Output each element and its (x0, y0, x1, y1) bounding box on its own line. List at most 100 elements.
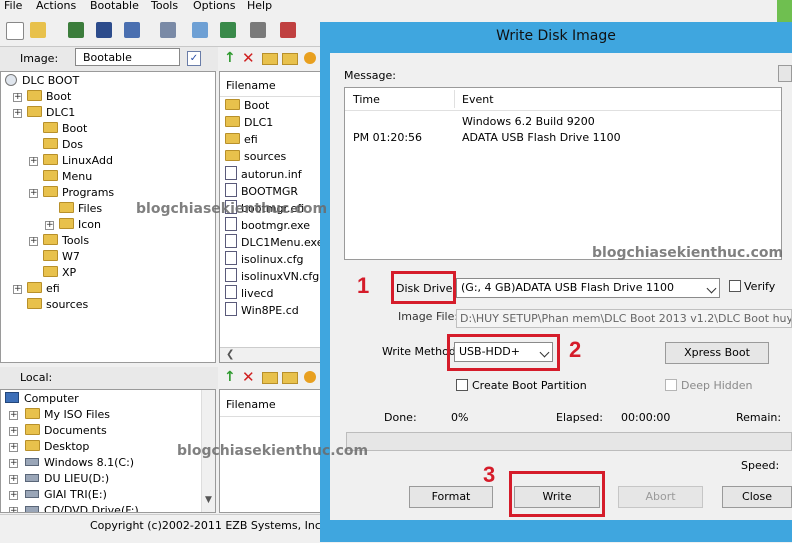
local-tree-item[interactable]: + Documents (9, 423, 107, 439)
save-icon[interactable] (96, 22, 112, 38)
tree-item[interactable]: Dos (43, 137, 83, 153)
tree-item[interactable]: + efi (13, 281, 60, 297)
expand-icon[interactable]: + (9, 491, 18, 500)
menu-help[interactable]: Help (247, 0, 272, 12)
file-list-item[interactable]: isolinuxVN.cfg (225, 268, 319, 284)
delete-icon[interactable]: ✕ (242, 368, 255, 386)
time-column-header[interactable]: Time (353, 93, 380, 106)
mount-icon[interactable] (192, 22, 208, 38)
file-list-item[interactable]: bootmgr.exe (225, 217, 310, 233)
menu-options[interactable]: Options (193, 0, 235, 12)
tree-item[interactable]: W7 (43, 249, 80, 265)
file-list-item[interactable]: DLC1Menu.exe (225, 234, 322, 250)
file-list-item[interactable]: livecd (225, 285, 273, 301)
image-type-field[interactable]: Bootable CD/DVD (75, 48, 180, 82)
local-tree-item[interactable]: + DU LIEU(D:) (9, 471, 109, 487)
xpress-boot-button[interactable]: Xpress Boot (665, 342, 769, 364)
local-tree-item[interactable]: + My ISO Files (9, 407, 110, 423)
expand-icon[interactable]: + (13, 93, 22, 102)
file-list-item[interactable]: efi (225, 132, 258, 148)
properties-icon[interactable] (304, 371, 316, 383)
local-tree-item[interactable]: + Desktop (9, 439, 89, 455)
image-file-field[interactable]: D:\HUY SETUP\Phan mem\DLC Boot 2013 v1.2… (456, 309, 792, 328)
rename-icon[interactable] (282, 372, 298, 384)
expand-icon[interactable]: + (29, 157, 38, 166)
iso-file-list[interactable]: Filename ❮ Boot DLC1 efi sources autorun.inf… (219, 71, 323, 363)
filename-header[interactable]: Filename (226, 398, 276, 411)
abort-button[interactable]: Abort (618, 486, 703, 508)
tree-item[interactable]: sources (27, 297, 88, 313)
file-list-item[interactable]: Win8PE.cd (225, 302, 299, 318)
horizontal-scrollbar[interactable]: ❮ (220, 347, 322, 362)
tree-item[interactable]: XP (43, 265, 76, 281)
new-folder-icon[interactable] (262, 372, 278, 384)
compress-icon[interactable] (160, 22, 176, 38)
event-column-header[interactable]: Event (462, 93, 494, 106)
up-arrow-icon[interactable]: ↑ (224, 369, 236, 385)
tree-item[interactable]: + LinuxAdd (29, 153, 113, 169)
tree-item[interactable]: + Icon (45, 217, 101, 233)
menu-file[interactable]: File (4, 0, 22, 12)
burn-icon[interactable] (220, 22, 236, 38)
file-list-item[interactable]: autorun.inf (225, 166, 302, 182)
scroll-down-icon[interactable]: ▼ (205, 495, 212, 505)
file-list-item[interactable]: Boot (225, 98, 269, 114)
save-as-icon[interactable] (124, 22, 140, 38)
expand-icon[interactable]: + (29, 189, 38, 198)
tree-item[interactable]: DLC BOOT (5, 73, 79, 89)
expand-icon[interactable]: + (29, 237, 38, 246)
save-log-button[interactable] (778, 65, 792, 82)
expand-icon[interactable]: + (9, 459, 18, 468)
format-button[interactable]: Format (409, 486, 493, 508)
up-arrow-icon[interactable]: ↑ (224, 50, 236, 66)
tree-item[interactable]: + DLC1 (13, 105, 75, 121)
tools-icon[interactable] (280, 22, 296, 38)
tree-item[interactable]: + Boot (13, 89, 71, 105)
properties-icon[interactable] (304, 52, 316, 64)
filename-header[interactable]: Filename (226, 79, 276, 92)
tree-item[interactable]: Files (59, 201, 102, 217)
local-tree-item[interactable]: + CD/DVD Drive(F:) (9, 503, 139, 512)
virtual-drive-icon[interactable] (250, 22, 266, 38)
local-tree-item[interactable]: + Windows 8.1(C:) (9, 455, 134, 471)
file-list-item[interactable]: BOOTMGR (225, 183, 298, 199)
menu-tools[interactable]: Tools (151, 0, 178, 12)
menu-actions[interactable]: Actions (36, 0, 76, 12)
message-log[interactable]: Time Event Windows 6.2 Build 9200 PM 01:… (344, 87, 782, 260)
folder-icon (25, 440, 40, 451)
expand-icon[interactable]: + (9, 507, 18, 512)
expand-icon[interactable]: + (9, 427, 18, 436)
disk-drive-select[interactable]: (G:, 4 GB)ADATA USB Flash Drive 1100 (456, 278, 720, 298)
expand-icon[interactable]: + (9, 475, 18, 484)
tree-item[interactable]: + Programs (29, 185, 114, 201)
local-tree-item[interactable]: + GIAI TRI(E:) (9, 487, 107, 503)
expand-icon[interactable]: + (45, 221, 54, 230)
open-icon[interactable] (30, 22, 46, 38)
close-button[interactable]: Close (722, 486, 792, 508)
delete-icon[interactable]: ✕ (242, 49, 255, 67)
file-list-item[interactable]: sources (225, 149, 286, 165)
iso-tree-panel[interactable]: DLC BOOT + Boot + DLC1 Boot Dos + LinuxAdd Menu + P… (0, 71, 216, 363)
file-list-item[interactable]: isolinux.cfg (225, 251, 303, 267)
watermark-text: blogchiasekienthuc.com (592, 245, 784, 261)
menu-bootable[interactable]: Bootable (90, 0, 139, 12)
expand-icon[interactable]: + (9, 443, 18, 452)
tree-item[interactable]: Boot (43, 121, 87, 137)
folder-icon (225, 133, 240, 144)
rename-icon[interactable] (282, 53, 298, 65)
new-folder-icon[interactable] (262, 53, 278, 65)
tree-item[interactable]: Menu (43, 169, 92, 185)
new-icon[interactable] (6, 22, 24, 40)
file-list-item[interactable]: DLC1 (225, 115, 273, 131)
create-boot-partition-checkbox[interactable] (456, 379, 468, 391)
local-tree-item[interactable]: Computer (5, 391, 79, 407)
expand-icon[interactable]: + (13, 285, 22, 294)
tree-item[interactable]: + Tools (29, 233, 89, 249)
extract-icon[interactable] (68, 22, 84, 38)
deep-hidden-checkbox[interactable] (665, 379, 677, 391)
expand-icon[interactable]: + (13, 109, 22, 118)
verify-checkbox[interactable] (729, 280, 741, 292)
image-properties-icon[interactable]: ✓ (187, 51, 201, 66)
expand-icon[interactable]: + (9, 411, 18, 420)
scroll-left-icon[interactable]: ❮ (226, 349, 234, 360)
